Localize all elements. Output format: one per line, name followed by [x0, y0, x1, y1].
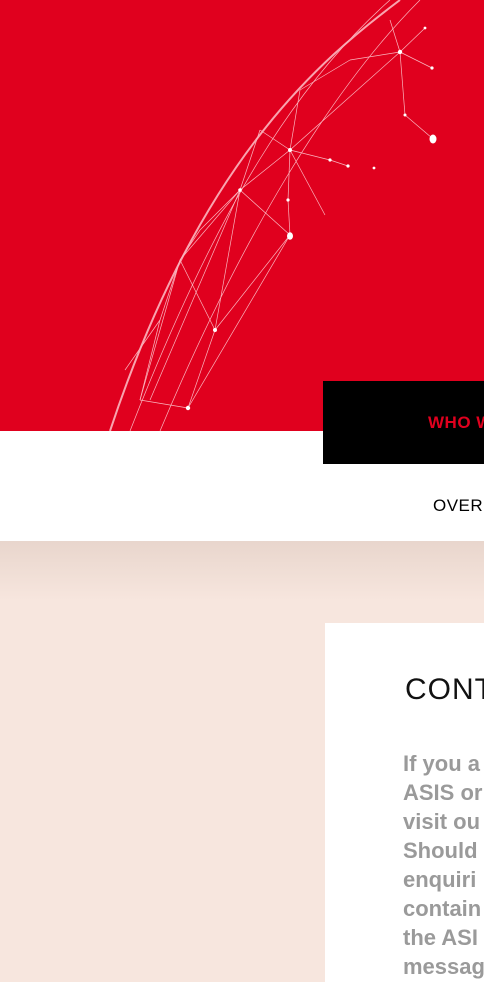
- contact-card: CONT If you a ASIS or visit ou Should en…: [325, 623, 484, 982]
- contact-line: the ASI: [403, 925, 478, 950]
- contact-line: visit ou: [403, 809, 481, 834]
- network-globe-graphic: [109, 0, 437, 431]
- contact-title: CONT: [405, 673, 484, 706]
- contact-line: If you a: [403, 751, 481, 776]
- contact-line: contain: [403, 896, 482, 921]
- contact-line: enquiri: [403, 867, 477, 892]
- contact-line: ASIS or: [403, 780, 483, 805]
- contact-body: If you a ASIS or visit ou Should enquiri…: [403, 749, 484, 981]
- overview-link[interactable]: OVER: [433, 496, 483, 516]
- who-we-are-tab-label: WHO W: [428, 413, 484, 432]
- contact-line: messag: [403, 954, 484, 979]
- hero-banner: [0, 0, 484, 431]
- who-we-are-tab[interactable]: WHO W: [323, 381, 484, 464]
- contact-line: Should: [403, 838, 478, 863]
